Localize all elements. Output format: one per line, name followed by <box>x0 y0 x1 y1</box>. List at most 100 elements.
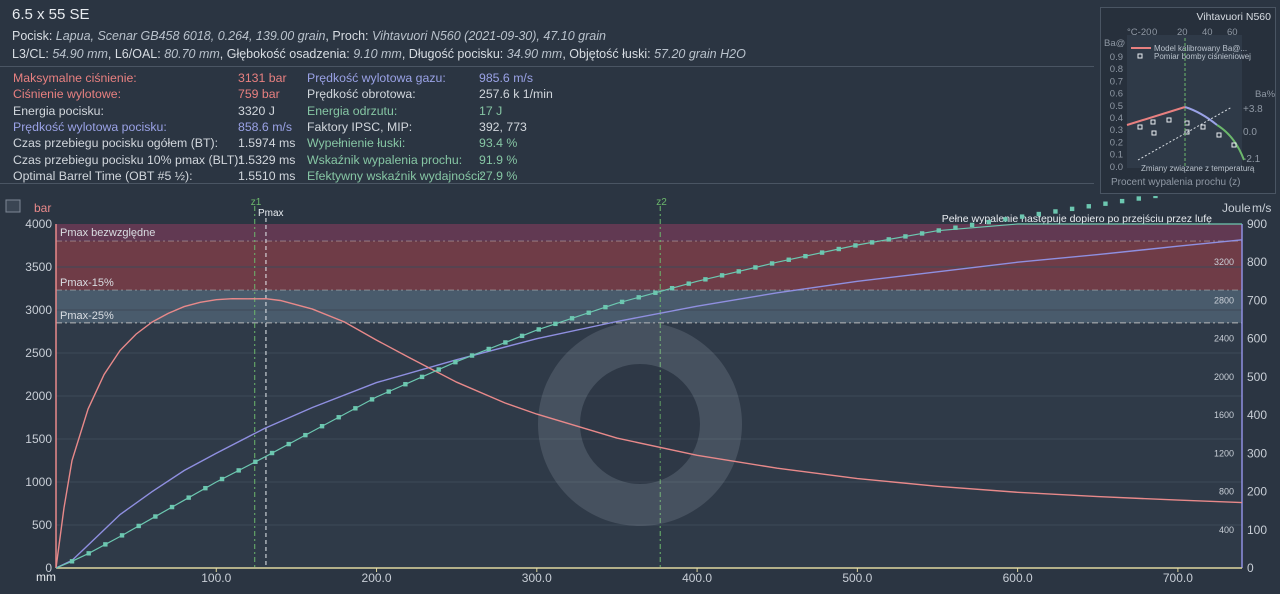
info-value: 34.90 mm <box>506 47 563 61</box>
y2-tick-label: 0 <box>1247 561 1254 575</box>
y-tick-label: 2500 <box>25 346 52 360</box>
info-label: , Objętość łuski: <box>562 47 655 61</box>
band-label: Pmax-15% <box>60 277 114 289</box>
stat-value: 27.9 % <box>479 168 518 183</box>
mini-y-tick: 0.1 <box>1110 150 1123 161</box>
mini-y2-label: Ba% <box>1255 89 1276 100</box>
energy-point <box>269 450 275 456</box>
energy-point <box>953 225 958 230</box>
marker-label: z1 <box>251 197 262 208</box>
y3-tick-label: 2800 <box>1214 295 1234 305</box>
info-value: 54.90 mm <box>52 47 108 61</box>
y2-axis-label: m/s <box>1252 201 1271 215</box>
energy-point <box>469 353 475 358</box>
mini-title: Vihtavuori N560 <box>1196 11 1271 23</box>
energy-point <box>319 423 325 429</box>
burn-rate-mini-chart[interactable]: Vihtavuori N560 0.90.80.7 0.60.50.40.30.2 0… <box>1100 7 1276 194</box>
stat-label: Prędkość wylotowa pocisku: <box>13 119 167 134</box>
y3-tick-label: 400 <box>1219 525 1234 535</box>
stat-label: Prędkość wylotowa gazu: <box>307 71 446 85</box>
stat-value: 257.6 k 1/min <box>479 87 553 102</box>
energy-point <box>369 397 375 402</box>
stat-value: 91.9 % <box>479 152 518 167</box>
energy-point <box>536 327 541 332</box>
energy-point <box>636 295 641 300</box>
separator-top <box>0 66 1094 67</box>
stat-label: Optimal Barrel Time (OBT #5 ½): <box>13 168 193 183</box>
y3-tick-label: 1200 <box>1214 448 1234 458</box>
mini-y-tick: 0.0 <box>1110 162 1123 173</box>
stat-label: Energia odrzutu: <box>307 103 398 118</box>
energy-point <box>119 533 125 538</box>
separator-bottom <box>0 183 1094 184</box>
mini-x-tick: 40 <box>1202 27 1213 38</box>
energy-point <box>803 253 808 259</box>
mini-legend: Pomiar bomby ciśnieniowej <box>1154 52 1251 61</box>
x-tick-label: 100.0 <box>201 571 231 585</box>
y-tick-label: 3000 <box>25 303 52 317</box>
energy-point <box>1003 217 1008 222</box>
stat-label: Czas przebiegu pocisku ogółem (BT): <box>13 136 219 151</box>
band-label: Pmax bezwzględne <box>60 227 155 239</box>
x-tick-label: 200.0 <box>362 571 392 585</box>
energy-point <box>286 441 291 447</box>
energy-point <box>136 523 141 529</box>
stat-value: 985.6 m/s <box>479 71 533 85</box>
info-value: 57.20 grain H2O <box>654 47 746 61</box>
mini-y-tick: 0.8 <box>1110 64 1123 75</box>
energy-point <box>1053 209 1058 214</box>
watermark-inner <box>580 364 700 484</box>
energy-point <box>553 321 558 327</box>
energy-point <box>819 250 825 255</box>
info-label: L3/CL: <box>12 47 53 61</box>
energy-point <box>353 406 358 411</box>
stat-label: Maksymalne ciśnienie: <box>13 71 137 85</box>
energy-point <box>936 228 941 233</box>
stat-label: Prędkość obrotowa: <box>307 87 416 102</box>
y2-tick-label: 600 <box>1247 332 1267 346</box>
energy-point <box>503 340 508 345</box>
y2-tick-label: 400 <box>1247 408 1267 422</box>
mini-y-tick: 0.6 <box>1110 89 1123 100</box>
stat-label: Wypełnienie łuski: <box>307 136 406 151</box>
energy-point <box>1153 196 1158 199</box>
energy-point <box>969 222 975 228</box>
mini-x-tick: °C-20 <box>1127 27 1151 38</box>
mini-x-tick: 0 <box>1152 27 1157 38</box>
energy-point <box>103 542 108 547</box>
energy-point <box>303 432 308 438</box>
stat-value: 1.5510 ms <box>238 168 296 183</box>
x-tick-label: 600.0 <box>1003 571 1033 585</box>
energy-point <box>853 243 858 248</box>
stat-label: Ciśnienie wylotowe: <box>13 87 121 102</box>
y-axis-label: bar <box>34 201 51 215</box>
stat-label: Energia pocisku: <box>13 103 104 118</box>
energy-point <box>903 234 908 239</box>
marker-label: Pmax <box>258 208 284 219</box>
y2-tick-label: 100 <box>1247 523 1267 537</box>
energy-point <box>203 485 208 491</box>
mini-y-tick: 0.9 <box>1110 52 1123 63</box>
pressure-velocity-chart[interactable]: Pmax bezwzględne Pmax-15% Pmax-25% bar m/sJo… <box>0 196 1280 594</box>
burnout-annotation: Pełne wypalenie następuje dopiero po prz… <box>942 213 1212 225</box>
energy-point <box>869 240 875 245</box>
energy-point <box>736 269 741 274</box>
y-tick-label: 1500 <box>25 432 52 446</box>
energy-point <box>169 504 175 510</box>
stat-label: Efektywny wskaźnik wydajności: <box>307 168 484 183</box>
energy-point <box>686 281 691 286</box>
stat-value: 3131 bar <box>238 71 287 85</box>
chart-options-icon[interactable] <box>5 199 21 213</box>
energy-point <box>786 257 791 262</box>
energy-point <box>403 382 408 387</box>
energy-point <box>453 359 458 365</box>
energy-point <box>436 367 441 372</box>
y-tick-label: 0 <box>45 561 52 575</box>
stat-value: 1.5974 ms <box>238 136 296 151</box>
mini-y2-tick: 0.0 <box>1243 127 1257 138</box>
energy-point <box>703 277 708 282</box>
mini-x-tick: 60 <box>1227 27 1238 38</box>
energy-point <box>669 285 675 291</box>
energy-point <box>1103 201 1108 206</box>
mini-y-tick: 0.5 <box>1110 101 1123 112</box>
